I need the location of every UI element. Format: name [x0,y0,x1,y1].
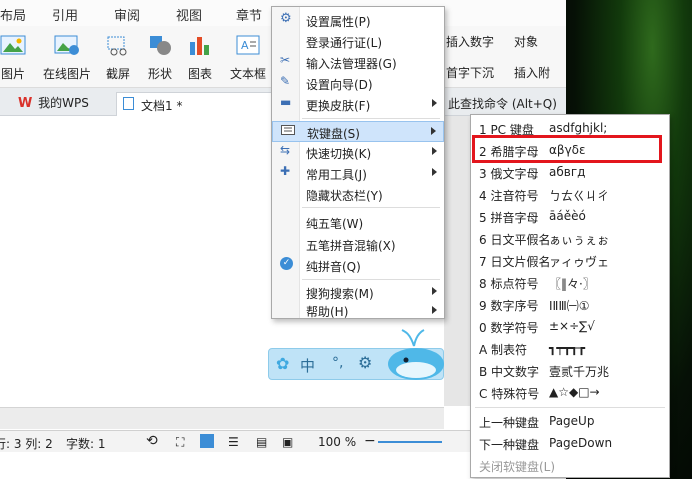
keyboard-next[interactable]: 下一种键盘 PageDown [471,433,669,454]
menu-item-login[interactable]: 登录通行证(L) [272,31,444,52]
menu-item-pure-pinyin[interactable]: ✓ 纯拼音(Q) [272,255,444,276]
submenu-arrow-icon [432,168,437,176]
tab-section[interactable]: 章节 [236,5,262,24]
keyboard-box-drawing[interactable]: A 制表符 ┓┯┳┱┲ [471,338,669,359]
submenu-arrow-icon [431,127,436,135]
horizontal-scrollbar[interactable] [0,407,444,429]
menu-item-hide-statusbar[interactable]: 隐藏状态栏(Y) [272,184,444,205]
menu-separator [302,207,440,208]
keyboard-icon [281,124,295,138]
keyboard-pinyin[interactable]: 5 拼音字母 āáěèó [471,206,669,227]
keyboard-chinese-numerals[interactable]: B 中文数字 壹贰千万兆 [471,360,669,381]
keyboard-numbering[interactable]: 9 数字序号 ⅠⅡⅢ㈠① [471,294,669,315]
menu-item-settings[interactable]: ⚙ 设置属性(P) [272,10,444,31]
keyboard-katakana[interactable]: 7 日文片假名 ァィゥヴェ [471,250,669,271]
fullscreen-icon[interactable]: ⛶ [176,435,184,450]
menu-item-change-skin[interactable]: ▬ 更换皮肤(F) [272,94,444,115]
tab-my-wps[interactable]: W 我的WPS [18,94,89,111]
submenu-arrow-icon [432,306,437,314]
chinese-mode-icon[interactable]: 中 [300,355,315,376]
insert-number-button[interactable]: 插入数字 [446,33,494,50]
settings-gear-icon[interactable]: ⚙ [358,353,372,372]
history-icon[interactable]: ⟲ [146,433,158,449]
page-view-icon[interactable] [200,434,214,448]
wand-icon: ✎ [280,74,291,88]
picture-icon [0,35,26,55]
word-count[interactable]: 字数: 1 [66,435,106,452]
online-picture-button[interactable]: 在线图片 [40,30,94,84]
punctuation-icon[interactable]: °, [332,355,343,371]
menu-separator [302,118,440,119]
shape-icon [150,36,171,55]
shape-button[interactable]: 形状 [138,30,182,84]
keyboard-math[interactable]: 0 数学符号 ±×÷∑√ [471,316,669,337]
whale-mascot-icon [388,329,444,380]
screenshot-button[interactable]: 截屏 [96,30,140,84]
scissors-icon [107,36,127,56]
tools-icon: ✂ [280,53,291,67]
cursor-position: 行: 3 列: 2 [0,437,53,451]
menu-item-quick-switch[interactable]: ⇆ 快速切换(K) [272,142,444,163]
keyboard-previous[interactable]: 上一种键盘 PageUp [471,411,669,432]
read-view-icon[interactable]: ▣ [282,435,293,449]
keyboard-special-symbols[interactable]: C 特殊符号 ▲☆◆□→ [471,382,669,403]
menu-item-soft-keyboard[interactable]: 软键盘(S) [272,121,444,142]
submenu-arrow-icon [432,287,437,295]
menu-item-pure-wubi[interactable]: 纯五笔(W) [272,212,444,233]
menu-item-common-tools[interactable]: ✚ 常用工具(J) [272,163,444,184]
zoom-slider[interactable] [378,441,442,443]
keyboard-zhuyin[interactable]: 4 注音符号 ㄅㄊㄍㄐㄔ [471,184,669,205]
submenu-arrow-icon [432,99,437,107]
zoom-level[interactable]: 100 % [318,435,356,449]
menu-item-setup-wizard[interactable]: ✎ 设置向导(D) [272,73,444,94]
keyboard-russian[interactable]: 3 俄文字母 абвгд [471,162,669,183]
keyboard-punctuation[interactable]: 8 标点符号 〖‖々·〗 [471,272,669,293]
submenu-arrow-icon [432,147,437,155]
menu-item-help[interactable]: 帮助(H) [272,303,444,320]
object-button[interactable]: 对象 [514,33,538,50]
switch-icon: ⇆ [280,143,291,157]
web-view-icon[interactable]: ▤ [256,435,267,449]
keyboard-close[interactable]: 关闭软键盘(L) [471,455,669,476]
tab-references[interactable]: 引用 [52,5,78,24]
keyboard-hiragana[interactable]: 6 日文平假名 ぁぃぅぇぉ [471,228,669,249]
menu-item-sogou-search[interactable]: 搜狗搜索(M) [272,282,444,303]
zoom-out-icon[interactable]: − [364,433,376,449]
document-icon [123,97,134,110]
tab-document1[interactable]: 文档1 * [116,92,274,116]
menu-item-wubi-pinyin[interactable]: 五笔拼音混输(X) [272,234,444,255]
brush-icon: ▬ [280,95,292,109]
menu-item-ime-manager[interactable]: ✂ 输入法管理器(G) [272,52,444,73]
soft-keyboard-submenu: 1 PC 键盘 asdfghjkl; 2 希腊字母 αβγδε 3 俄文字母 а… [470,114,670,478]
highlight-annotation [472,135,662,163]
gear-icon: ⚙ [280,11,292,26]
chart-button[interactable]: 图表 [180,30,220,84]
picture-button[interactable]: 图片 [0,30,38,84]
leaf-logo-icon: ✿ [276,354,290,373]
check-icon: ✓ [280,257,293,270]
online-picture-icon [54,35,79,55]
tab-view[interactable]: 视图 [176,5,202,24]
menu-separator [302,279,440,280]
insert-attachment-button[interactable]: 插入附 [514,64,550,81]
search-command-box[interactable]: 此查找命令 (Alt+Q) [448,95,557,112]
menu-separator [475,407,665,408]
drop-cap-button[interactable]: 首字下沉 [446,64,494,81]
ime-context-menu: ⚙ 设置属性(P) 登录通行证(L) ✂ 输入法管理器(G) ✎ 设置向导(D)… [271,6,445,319]
sogou-ime-toolbar[interactable]: ✿ 中 °, ⚙ [268,322,448,384]
textbox-button[interactable]: A 文本框 [224,30,272,84]
tab-review[interactable]: 审阅 [114,5,140,24]
outline-view-icon[interactable]: ☰ [228,435,239,449]
svg-text:A: A [241,39,249,52]
tab-layout[interactable]: 布局 [0,5,26,24]
textbox-icon: A [236,35,260,55]
toolbox-icon: ✚ [280,164,291,178]
wps-logo-icon: W [18,96,33,111]
chart-icon [190,37,209,55]
